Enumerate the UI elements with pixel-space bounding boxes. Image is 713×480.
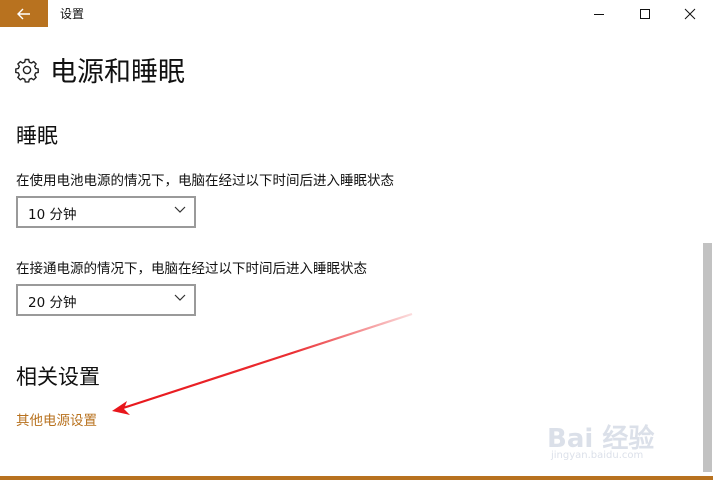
maximize-button[interactable] (622, 0, 668, 27)
title-bar: 设置 (0, 0, 713, 27)
gear-icon (15, 58, 39, 83)
battery-sleep-label: 在使用电池电源的情况下，电脑在经过以下时间后进入睡眠状态 (16, 173, 394, 189)
close-icon (684, 8, 696, 19)
close-button[interactable] (667, 0, 713, 27)
bottom-accent-bar (0, 476, 713, 480)
battery-sleep-dropdown[interactable]: 10 分钟 (16, 196, 196, 228)
scrollbar-thumb[interactable] (703, 243, 712, 472)
baidu-jingyan-watermark: Bai 经验 jingyan.baidu.com (545, 404, 685, 466)
maximize-icon (640, 8, 650, 19)
back-button[interactable] (0, 0, 48, 27)
plugged-in-sleep-label: 在接通电源的情况下，电脑在经过以下时间后进入睡眠状态 (16, 261, 367, 277)
sleep-section-title: 睡眠 (16, 124, 58, 148)
app-title: 设置 (60, 7, 85, 21)
page-title: 电源和睡眠 (50, 57, 185, 88)
additional-power-settings-link[interactable]: 其他电源设置 (16, 409, 97, 429)
battery-sleep-value: 10 分钟 (28, 207, 77, 223)
watermark-url: jingyan.baidu.com (551, 450, 644, 461)
plugged-in-sleep-dropdown[interactable]: 20 分钟 (16, 284, 196, 316)
back-arrow-icon (17, 8, 30, 19)
minimize-button[interactable] (576, 0, 622, 27)
chevron-down-icon (174, 294, 186, 301)
settings-window: 设置 电源和睡眠 睡眠 在使用电池电源的情况下，电脑在经过以下时间后进入睡眠状态… (0, 0, 713, 480)
plugged-in-sleep-value: 20 分钟 (28, 295, 77, 311)
related-settings-title: 相关设置 (16, 365, 100, 389)
minimize-icon (594, 13, 604, 15)
chevron-down-icon (174, 206, 186, 213)
